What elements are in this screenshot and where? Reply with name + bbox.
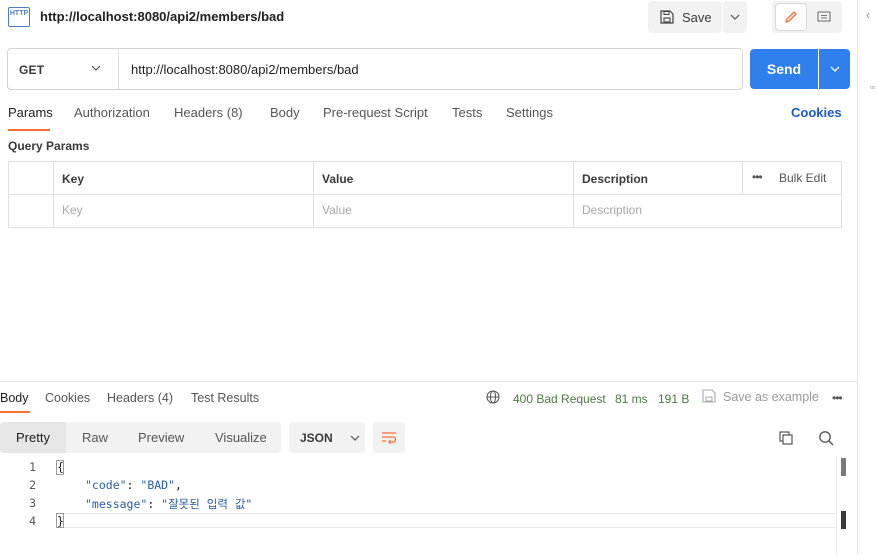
param-description-input[interactable]: Description [582,203,642,217]
current-line-highlight [64,513,836,528]
url-divider [118,49,119,89]
text-cursor-marker [841,511,846,529]
chevron-down-icon[interactable] [90,62,102,74]
table-divider [742,161,743,195]
response-tab-headers[interactable]: Headers (4) [107,391,173,405]
json-key: "code" [85,478,127,492]
code-line-2[interactable]: "code": "BAD", [85,478,182,492]
copy-icon[interactable] [778,430,794,446]
response-tab-test-results[interactable]: Test Results [191,391,259,405]
send-options-button[interactable] [819,49,850,89]
json-value: "BAD" [140,478,176,492]
json-value: "잘못된 입력 값" [161,497,253,511]
response-size[interactable]: 191 B [658,392,689,406]
comments-button[interactable] [808,3,840,31]
method-select[interactable]: GET [19,63,44,77]
active-tab-indicator [8,129,50,131]
chevron-down-icon [830,66,839,72]
right-panel-border [857,0,858,555]
tab-body[interactable]: Body [270,105,300,120]
globe-icon[interactable] [486,390,500,404]
chevron-down-icon [350,435,360,441]
tab-headers[interactable]: Headers (8) [174,105,243,120]
response-divider[interactable] [0,381,857,382]
code-line-4[interactable]: } [57,514,64,528]
format-label: JSON [300,430,333,445]
table-divider [313,161,314,228]
response-tab-body[interactable]: Body [0,391,29,405]
param-key-input[interactable]: Key [62,203,83,217]
scrollbar-thumb[interactable] [841,458,846,476]
search-icon[interactable] [818,430,834,446]
http-icon: HTTP [8,7,30,27]
tab-tests[interactable]: Tests [452,105,482,120]
response-tab-cookies[interactable]: Cookies [45,391,90,405]
more-icon[interactable]: ••• [752,170,763,184]
view-preview-button[interactable]: Preview [138,430,184,445]
chevron-down-icon [730,14,740,20]
code-line-3[interactable]: "message": "잘못된 입력 값" [85,496,252,512]
comment-icon [817,10,831,22]
line-number: 2 [29,478,36,492]
wrap-lines-button[interactable] [373,422,405,453]
tab-params[interactable]: Params [8,105,53,120]
send-button[interactable]: Send [750,49,818,89]
active-tab-indicator [0,411,30,413]
code-line-1[interactable]: { [57,460,64,474]
line-number: 4 [29,514,36,528]
response-time[interactable]: 81 ms [615,392,648,406]
save-icon [660,10,674,24]
column-header-value: Value [322,172,354,186]
tab-settings[interactable]: Settings [506,105,553,120]
pencil-icon [784,11,797,24]
column-header-description: Description [582,172,649,186]
tab-authorization[interactable]: Authorization [74,105,150,120]
line-number: 1 [29,460,36,474]
save-button[interactable]: Save [648,1,722,33]
table-divider [53,161,54,228]
cookies-link[interactable]: Cookies [791,105,842,120]
param-value-input[interactable]: Value [322,203,352,217]
save-example-icon [702,389,716,403]
column-header-key: Key [62,172,85,186]
panel-edge-icon: ꟹ [870,84,876,94]
json-key: "message" [85,497,148,511]
line-number: 3 [29,496,36,510]
request-title[interactable]: http://localhost:8080/api2/members/bad [40,9,284,24]
format-select[interactable]: JSON [289,422,365,453]
wrap-lines-icon [382,431,397,444]
scrollbar-track[interactable] [836,457,837,555]
bulk-edit-button[interactable]: Bulk Edit [779,171,826,185]
table-divider [573,161,574,228]
save-as-example-button[interactable]: Save as example [723,390,819,404]
more-icon[interactable]: ••• [832,391,843,405]
collapse-panel-icon[interactable]: ‹ [866,8,870,22]
view-visualize-button[interactable]: Visualize [215,430,267,445]
save-options-button[interactable] [723,1,747,33]
table-divider [8,194,842,195]
view-pretty-button[interactable]: Pretty [0,422,66,453]
view-raw-button[interactable]: Raw [82,430,108,445]
url-input[interactable]: http://localhost:8080/api2/members/bad [131,62,359,77]
query-params-title: Query Params [8,139,90,153]
edit-mode-button[interactable] [775,3,807,31]
status-code[interactable]: 400 Bad Request [513,392,606,406]
save-label: Save [682,9,712,25]
tab-prerequest-script[interactable]: Pre-request Script [323,105,428,120]
